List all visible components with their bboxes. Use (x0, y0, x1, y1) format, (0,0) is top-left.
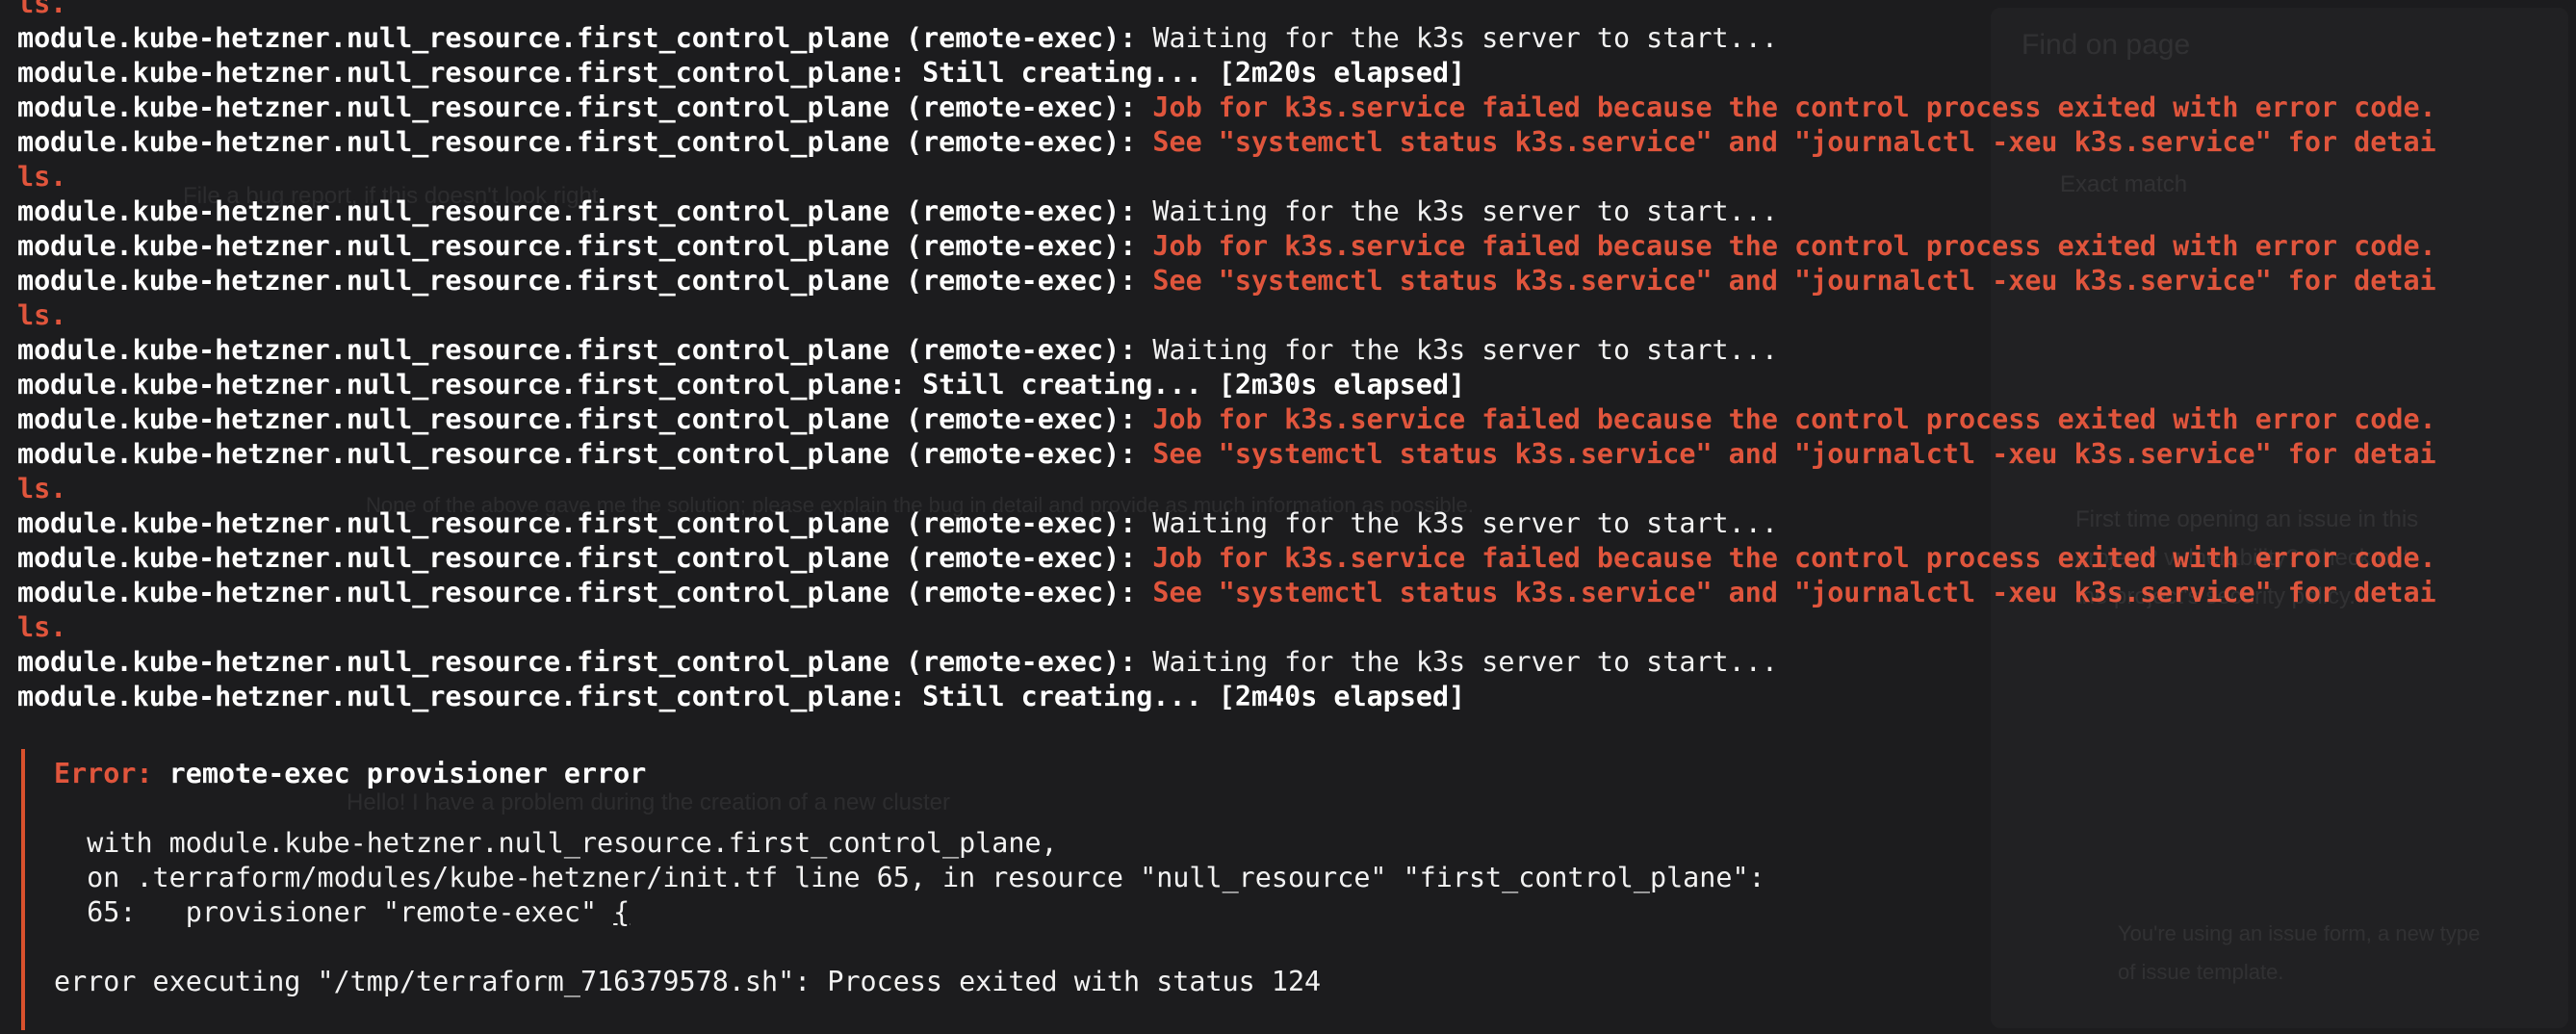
log-resource-prefix: module.kube-hetzner.null_resource.first_… (17, 126, 1137, 158)
log-resource-prefix: module.kube-hetzner.null_resource.first_… (17, 542, 1137, 574)
log-error-message: Job for k3s.service failed because the c… (1136, 542, 2436, 574)
log-line-error: module.kube-hetzner.null_resource.first_… (17, 437, 2576, 472)
log-line-wrap: ls. (17, 160, 2576, 194)
log-line-error: module.kube-hetzner.null_resource.first_… (17, 229, 2576, 264)
error-code-line: 65: provisioner "remote-exec" { (54, 895, 2566, 930)
log-wrap-text: ls. (17, 161, 67, 193)
log-line-error: module.kube-hetzner.null_resource.first_… (17, 402, 2576, 437)
log-info-message: Waiting for the k3s server to start... (1136, 646, 1778, 678)
log-wrap-text: ls. (17, 473, 67, 504)
log-info-message: Waiting for the k3s server to start... (1136, 195, 1778, 227)
log-error-message: See "systemctl status k3s.service" and "… (1136, 577, 2436, 608)
error-on-line: on .terraform/modules/kube-hetzner/init.… (54, 862, 1765, 893)
log-wrap-text: ls. (17, 299, 67, 331)
log-line-info: module.kube-hetzner.null_resource.first_… (17, 645, 2576, 680)
terminal-window[interactable]: ls. module.kube-hetzner.null_resource.fir… (0, 0, 2576, 1034)
log-status-text: module.kube-hetzner.null_resource.first_… (17, 369, 1466, 401)
log-line-error: module.kube-hetzner.null_resource.first_… (17, 125, 2576, 160)
log-status-text: module.kube-hetzner.null_resource.first_… (17, 681, 1466, 712)
error-detail-line: error executing "/tmp/terraform_71637957… (54, 966, 1322, 997)
log-info-message: Waiting for the k3s server to start... (1136, 334, 1778, 366)
log-resource-prefix: module.kube-hetzner.null_resource.first_… (17, 334, 1137, 366)
error-with-line: with module.kube-hetzner.null_resource.f… (54, 827, 1058, 859)
log-error-message: See "systemctl status k3s.service" and "… (1136, 438, 2436, 470)
log-error-message: Job for k3s.service failed because the c… (1136, 403, 2436, 435)
log-line-status: module.kube-hetzner.null_resource.first_… (17, 680, 2576, 714)
log-resource-prefix: module.kube-hetzner.null_resource.first_… (17, 265, 1137, 297)
log-line-wrap: ls. (17, 298, 2576, 333)
log-line-error: module.kube-hetzner.null_resource.first_… (17, 264, 2576, 298)
error-summary: remote-exec provisioner error (152, 758, 647, 789)
log-line-error: module.kube-hetzner.null_resource.first_… (17, 90, 2576, 125)
error-block: Error: remote-exec provisioner error wit… (21, 749, 2566, 1030)
log-wrap-text: ls. (17, 0, 67, 19)
error-blank-line (54, 930, 2566, 965)
log-resource-prefix: module.kube-hetzner.null_resource.first_… (17, 403, 1137, 435)
log-wrap-text: ls. (17, 611, 67, 643)
log-line-error: module.kube-hetzner.null_resource.first_… (17, 541, 2576, 576)
log-error-message: Job for k3s.service failed because the c… (1136, 91, 2436, 123)
log-resource-prefix: module.kube-hetzner.null_resource.first_… (17, 646, 1137, 678)
log-info-message: Waiting for the k3s server to start... (1136, 507, 1778, 539)
log-error-message: See "systemctl status k3s.service" and "… (1136, 126, 2436, 158)
log-line-info: module.kube-hetzner.null_resource.first_… (17, 506, 2576, 541)
log-info-message: Waiting for the k3s server to start... (1136, 22, 1778, 54)
log-line-info: module.kube-hetzner.null_resource.first_… (17, 21, 2576, 56)
log-resource-prefix: module.kube-hetzner.null_resource.first_… (17, 230, 1137, 262)
log-line-info: module.kube-hetzner.null_resource.first_… (17, 333, 2576, 368)
log-resource-prefix: module.kube-hetzner.null_resource.first_… (17, 438, 1137, 470)
log-line-wrap: ls. (17, 472, 2576, 506)
error-label: Error: (54, 758, 153, 789)
log-resource-prefix: module.kube-hetzner.null_resource.first_… (17, 507, 1137, 539)
log-resource-prefix: module.kube-hetzner.null_resource.first_… (17, 91, 1137, 123)
log-line-wrap: ls. (17, 0, 2576, 21)
error-code-text: 65: provisioner "remote-exec" (54, 896, 614, 928)
error-code-brace: { (613, 896, 631, 928)
log-error-message: Job for k3s.service failed because the c… (1136, 230, 2436, 262)
log-line-status: module.kube-hetzner.null_resource.first_… (17, 368, 2576, 402)
log-line-error: module.kube-hetzner.null_resource.first_… (17, 576, 2576, 610)
log-error-message: See "systemctl status k3s.service" and "… (1136, 265, 2436, 297)
error-blank-line (54, 791, 2566, 826)
log-line-info: module.kube-hetzner.null_resource.first_… (17, 194, 2576, 229)
log-status-text: module.kube-hetzner.null_resource.first_… (17, 57, 1466, 89)
log-resource-prefix: module.kube-hetzner.null_resource.first_… (17, 22, 1137, 54)
log-resource-prefix: module.kube-hetzner.null_resource.first_… (17, 195, 1137, 227)
log-resource-prefix: module.kube-hetzner.null_resource.first_… (17, 577, 1137, 608)
log-line-wrap: ls. (17, 610, 2576, 645)
log-line-status: module.kube-hetzner.null_resource.first_… (17, 56, 2576, 90)
error-heading: Error: remote-exec provisioner error (54, 757, 2566, 791)
terminal-log: ls. module.kube-hetzner.null_resource.fir… (17, 0, 2576, 714)
